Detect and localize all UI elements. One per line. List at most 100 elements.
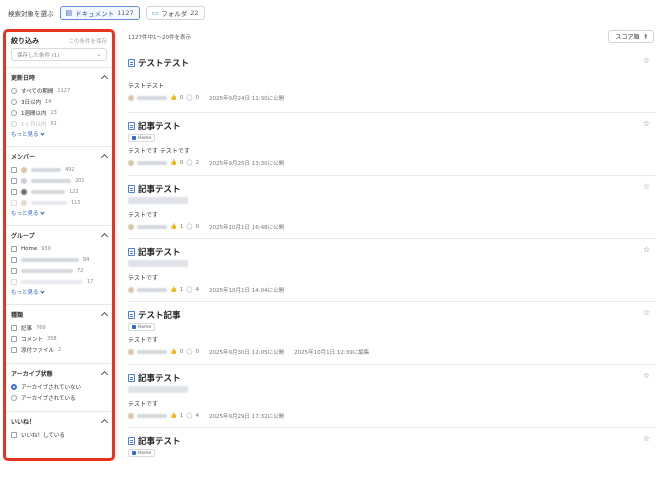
group-option[interactable]: 17: [11, 276, 107, 287]
documents-toggle[interactable]: ▤ ドキュメント 1127: [59, 6, 140, 20]
search-target-bar: 検索対象を選ぶ ▤ ドキュメント 1127 ▭ フォルダ 22: [0, 0, 670, 26]
documents-count: 1127: [117, 9, 134, 17]
updated-more-link[interactable]: もっと見る: [11, 130, 107, 138]
updated-option-1month[interactable]: 1ヶ月以内 51: [11, 118, 107, 129]
updated-option-all[interactable]: すべての期間 1127: [11, 85, 107, 96]
folders-count: 22: [190, 9, 199, 17]
type-option-article[interactable]: 記事 769: [11, 322, 107, 333]
star-icon[interactable]: ☆: [643, 119, 650, 128]
result-item[interactable]: テスト記事 ☆ Home テストです 👍 0 ◯ 0 2025年9月30日 12:05に…: [128, 302, 656, 365]
group-option[interactable]: 72: [11, 265, 107, 276]
document-icon: [128, 185, 135, 193]
checkbox[interactable]: [11, 267, 17, 274]
groups-section-header[interactable]: グループ: [11, 231, 109, 241]
group-tag[interactable]: Home: [128, 323, 156, 331]
checkbox[interactable]: [11, 346, 17, 353]
result-item[interactable]: 記事テスト ☆ Home テストです テストです 👍 0 ◯ 2 2025年9月25日 …: [128, 113, 656, 176]
type-option-comment[interactable]: コメント 358: [11, 333, 107, 344]
result-title[interactable]: テストテスト: [128, 57, 656, 69]
group-option[interactable]: 84: [11, 254, 107, 265]
group-option-home[interactable]: Home 930: [11, 243, 107, 254]
result-meta: 👍 1 ◯ 4 2025年10月1日 14:04に公開: [128, 286, 656, 294]
saved-filter-select[interactable]: 保存した条件 (1) ⌄: [11, 48, 107, 61]
result-meta: 👍 0 ◯ 2 2025年9月25日 13:30に公開: [128, 159, 656, 167]
radio-button[interactable]: [11, 394, 17, 401]
sort-select[interactable]: スコア順 ▴ ▾: [608, 30, 654, 43]
member-name-blurred: [31, 178, 71, 183]
star-icon[interactable]: ☆: [643, 308, 650, 317]
updated-option-1week[interactable]: 1週間以内 23: [11, 107, 107, 118]
checkbox[interactable]: [11, 199, 17, 206]
checkbox[interactable]: [11, 245, 17, 252]
likes-option-liked[interactable]: いいね！している: [11, 429, 107, 440]
option-label: アーカイブされていない: [21, 384, 82, 391]
folders-toggle[interactable]: ▭ フォルダ 22: [145, 6, 205, 20]
save-filter-link[interactable]: この条件を保存: [68, 37, 107, 45]
checkbox[interactable]: [11, 431, 17, 438]
archive-option-archived[interactable]: アーカイブされている: [11, 392, 107, 403]
result-title[interactable]: 記事テスト: [128, 372, 656, 384]
result-title-text: 記事テスト: [138, 437, 181, 447]
group-tag[interactable]: Home: [128, 449, 156, 457]
like-icon: 👍: [170, 349, 177, 355]
result-body: テストです: [128, 275, 159, 282]
result-title-text: 記事テスト: [138, 185, 181, 195]
more-label: もっと見る: [11, 211, 39, 217]
group-tag-label: Home: [138, 450, 152, 456]
radio-button[interactable]: [11, 98, 17, 105]
checkbox[interactable]: [11, 278, 17, 285]
star-icon[interactable]: ☆: [643, 56, 650, 65]
updated-section-header[interactable]: 更新日時: [11, 73, 109, 83]
result-item[interactable]: 記事テスト ☆ テストです 👍 1 ◯ 0 2025年10月1日 16:48に公開: [128, 176, 656, 239]
member-option[interactable]: 492: [11, 164, 107, 175]
star-icon[interactable]: ☆: [643, 182, 650, 191]
checkbox[interactable]: [11, 335, 17, 342]
groups-more-link[interactable]: もっと見る: [11, 288, 107, 296]
result-title[interactable]: 記事テスト: [128, 183, 656, 195]
checkbox[interactable]: [11, 177, 17, 184]
checkbox[interactable]: [11, 324, 17, 331]
checkbox[interactable]: [11, 166, 17, 173]
members-section-header[interactable]: メンバー: [11, 152, 109, 162]
option-count: 358: [47, 335, 57, 342]
member-option[interactable]: 115: [11, 197, 107, 208]
types-section-header[interactable]: 種類: [11, 310, 109, 320]
star-icon[interactable]: ☆: [643, 434, 650, 443]
archive-section: アーカイブ状態 アーカイブされていない アーカイブされている: [6, 363, 112, 405]
member-option[interactable]: 122: [11, 186, 107, 197]
sort-arrows-icon: ▴ ▾: [644, 31, 647, 41]
result-title[interactable]: 記事テスト: [128, 120, 656, 132]
radio-button[interactable]: [11, 383, 17, 390]
option-count: 769: [36, 324, 46, 331]
likes-section: いいね！ いいね！している: [6, 411, 112, 442]
result-title[interactable]: テスト記事: [128, 309, 656, 321]
like-count: 0: [179, 160, 184, 166]
checkbox[interactable]: [11, 188, 17, 195]
radio-button[interactable]: [11, 87, 17, 94]
archive-section-header[interactable]: アーカイブ状態: [11, 369, 109, 379]
star-icon[interactable]: ☆: [643, 371, 650, 380]
archive-section-title: アーカイブ状態: [11, 371, 53, 378]
result-item[interactable]: テストテスト ☆ テストテスト 👍 0 ◯ 0 2025年9月24日 11:30に公開: [128, 50, 656, 113]
chevron-up-icon: [100, 311, 109, 320]
result-item[interactable]: 記事テスト ☆ Home: [128, 428, 656, 491]
result-title[interactable]: 記事テスト: [128, 246, 656, 258]
result-item[interactable]: 記事テスト ☆ テストです 👍 1 ◯ 4 2025年9月29日 17:32に公開: [128, 365, 656, 428]
group-tag[interactable]: Home: [128, 134, 156, 142]
type-option-attachment[interactable]: 添付ファイル 2: [11, 344, 107, 355]
radio-button[interactable]: [11, 109, 17, 116]
result-title[interactable]: 記事テスト: [128, 435, 656, 447]
likes-section-header[interactable]: いいね！: [11, 417, 109, 427]
documents-label: ドキュメント: [75, 10, 115, 18]
sort-label: スコア順: [615, 34, 640, 41]
members-more-link[interactable]: もっと見る: [11, 209, 107, 217]
result-item[interactable]: 記事テスト ☆ テストです 👍 1 ◯ 4 2025年10月1日 14:04に公開: [128, 239, 656, 302]
member-option[interactable]: 201: [11, 175, 107, 186]
like-icon: 👍: [170, 224, 177, 230]
star-icon[interactable]: ☆: [643, 245, 650, 254]
radio-button[interactable]: [11, 120, 17, 127]
updated-option-3days[interactable]: 3日以内 14: [11, 96, 107, 107]
checkbox[interactable]: [11, 256, 17, 263]
option-count: 84: [83, 256, 90, 263]
archive-option-not-archived[interactable]: アーカイブされていない: [11, 381, 107, 392]
